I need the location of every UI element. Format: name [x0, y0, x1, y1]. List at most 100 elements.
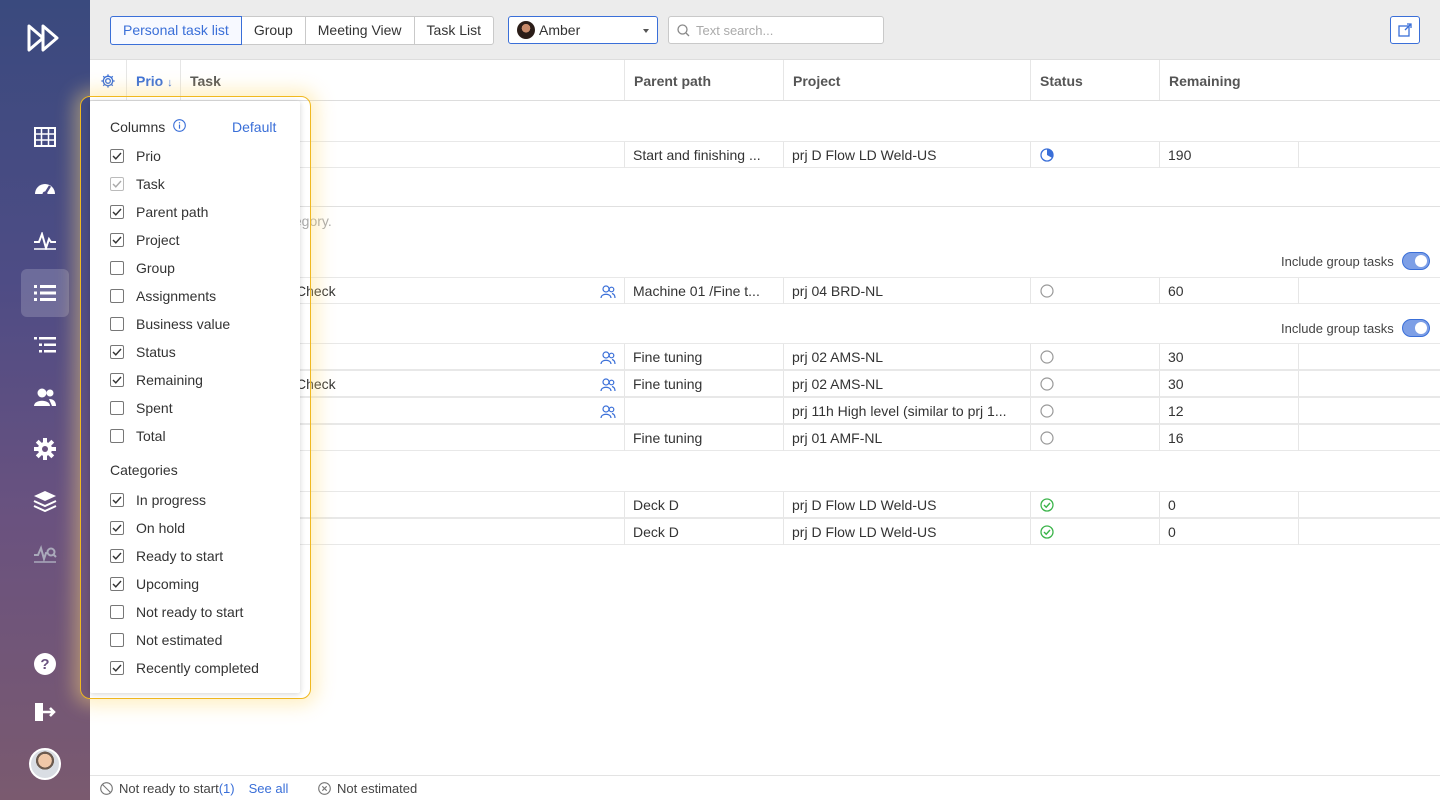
- project: prj 02 AMS-NL: [792, 376, 884, 392]
- user-select-value: Amber: [539, 22, 581, 38]
- checkbox-checked-icon[interactable]: [110, 345, 124, 359]
- columns-title-text: Columns: [110, 119, 166, 135]
- categories-option[interactable]: Upcoming: [110, 574, 199, 594]
- include-group-tasks-toggle[interactable]: [1401, 319, 1430, 337]
- task-list-icon[interactable]: [21, 269, 69, 317]
- remaining: 0: [1168, 497, 1176, 513]
- tab-group[interactable]: Group: [242, 17, 306, 44]
- search-input[interactable]: [696, 22, 876, 38]
- columns-option[interactable]: Parent path: [110, 202, 208, 222]
- status-not-started-icon: [1040, 350, 1054, 367]
- categories-option[interactable]: Not ready to start: [110, 602, 243, 622]
- default-button[interactable]: Default: [232, 119, 276, 135]
- remaining: 16: [1168, 430, 1184, 446]
- indented-list-icon[interactable]: [21, 321, 69, 369]
- table-header: Prio ↓ Task Parent path Project Status R…: [90, 60, 1440, 101]
- dashboard-gauge-icon[interactable]: [21, 165, 69, 213]
- categories-option[interactable]: Not estimated: [110, 630, 222, 650]
- report-search-icon[interactable]: [21, 529, 69, 577]
- columns-option-label: Assignments: [136, 288, 217, 304]
- columns-option-label: Business value: [136, 316, 231, 332]
- columns-option[interactable]: Remaining: [110, 370, 203, 390]
- categories-option[interactable]: On hold: [110, 518, 185, 538]
- avatar[interactable]: [29, 748, 61, 780]
- categories-title: Categories: [110, 462, 178, 478]
- tab-personal-task-list[interactable]: Personal task list: [110, 16, 242, 45]
- columns-option-label: Remaining: [136, 372, 203, 388]
- checkbox-checked-icon[interactable]: [110, 521, 124, 535]
- help-icon[interactable]: ?: [21, 640, 69, 688]
- parent-path: Fine tuning: [633, 430, 703, 446]
- columns-option[interactable]: Spent: [110, 398, 173, 418]
- columns-option[interactable]: Prio: [110, 146, 161, 166]
- checkbox-checked-icon[interactable]: [110, 577, 124, 591]
- categories-option[interactable]: Recently completed: [110, 658, 259, 678]
- column-header-prio[interactable]: Prio ↓: [136, 73, 173, 89]
- sort-desc-icon: ↓: [167, 77, 173, 89]
- not-ready-icon: [100, 782, 113, 795]
- column-header-task[interactable]: Task: [190, 73, 221, 89]
- columns-option[interactable]: Group: [110, 258, 175, 278]
- categories-option-label: On hold: [136, 520, 186, 536]
- categories-option[interactable]: In progress: [110, 490, 206, 510]
- checkbox-unchecked-icon[interactable]: [110, 605, 124, 619]
- export-button[interactable]: [1390, 16, 1420, 44]
- columns-option[interactable]: Business value: [110, 314, 230, 334]
- column-header-parent-path[interactable]: Parent path: [634, 73, 711, 89]
- columns-option[interactable]: Task: [110, 174, 165, 194]
- column-header-project[interactable]: Project: [793, 73, 840, 89]
- project: prj D Flow LD Weld-US: [792, 524, 937, 540]
- columns-option[interactable]: Project: [110, 230, 180, 250]
- categories-option-label: In progress: [136, 492, 207, 508]
- checkbox-checked-icon[interactable]: [110, 233, 124, 247]
- checkbox-unchecked-icon[interactable]: [110, 633, 124, 647]
- checkbox-checked-icon[interactable]: [110, 205, 124, 219]
- checkbox-checked-icon[interactable]: [110, 549, 124, 563]
- search-icon: [677, 23, 690, 36]
- checkbox-checked-icon[interactable]: [110, 493, 124, 507]
- parent-path: Start and finishing ...: [633, 147, 761, 163]
- group-task-icon: [600, 405, 616, 422]
- calendar-grid-icon[interactable]: [21, 113, 69, 161]
- footer-not-ready-label: Not ready to start: [119, 781, 219, 796]
- checkbox-unchecked-icon[interactable]: [110, 289, 124, 303]
- checkbox-unchecked-icon[interactable]: [110, 401, 124, 415]
- columns-option[interactable]: Total: [110, 426, 166, 446]
- see-all-link[interactable]: See all: [249, 781, 289, 796]
- remaining: 60: [1168, 283, 1184, 299]
- checkbox-unchecked-icon[interactable]: [110, 429, 124, 443]
- columns-option[interactable]: Assignments: [110, 286, 216, 306]
- checkbox-checked-icon[interactable]: [110, 373, 124, 387]
- user-select[interactable]: Amber: [508, 16, 658, 44]
- status-not-started-icon: [1040, 284, 1054, 301]
- footer: Not ready to start (1) See all Not estima…: [90, 775, 1440, 800]
- tab-meeting-view[interactable]: Meeting View: [306, 17, 415, 44]
- columns-option-label: Spent: [136, 400, 173, 416]
- project: prj 11h High level (similar to prj 1...: [792, 403, 1007, 419]
- activity-pulse-icon[interactable]: [21, 217, 69, 265]
- include-group-tasks-toggle[interactable]: [1401, 252, 1430, 270]
- group-task-icon: [600, 285, 616, 302]
- tab-task-list[interactable]: Task List: [415, 17, 493, 44]
- column-header-remaining[interactable]: Remaining: [1169, 73, 1241, 89]
- column-header-status[interactable]: Status: [1040, 73, 1083, 89]
- logout-icon[interactable]: [21, 688, 69, 736]
- external-link-icon: [1398, 23, 1412, 37]
- gear-icon[interactable]: [21, 425, 69, 473]
- users-icon[interactable]: [21, 373, 69, 421]
- column-settings-gear-icon[interactable]: [100, 73, 116, 92]
- columns-option[interactable]: Status: [110, 342, 176, 362]
- categories-option-label: Not estimated: [136, 632, 223, 648]
- checkbox-unchecked-icon[interactable]: [110, 261, 124, 275]
- layers-icon[interactable]: [21, 477, 69, 525]
- footer-not-estimated-label: Not estimated: [337, 781, 418, 796]
- fast-forward-logo-icon[interactable]: [21, 14, 69, 62]
- checkbox-checked-icon[interactable]: [110, 149, 124, 163]
- categories-option[interactable]: Ready to start: [110, 546, 223, 566]
- checkbox-checked-icon[interactable]: [110, 661, 124, 675]
- info-icon[interactable]: [173, 119, 187, 135]
- project: prj 01 AMF-NL: [792, 430, 883, 446]
- sidebar: ?: [0, 0, 90, 800]
- checkbox-unchecked-icon[interactable]: [110, 317, 124, 331]
- group-task-icon: [600, 351, 616, 368]
